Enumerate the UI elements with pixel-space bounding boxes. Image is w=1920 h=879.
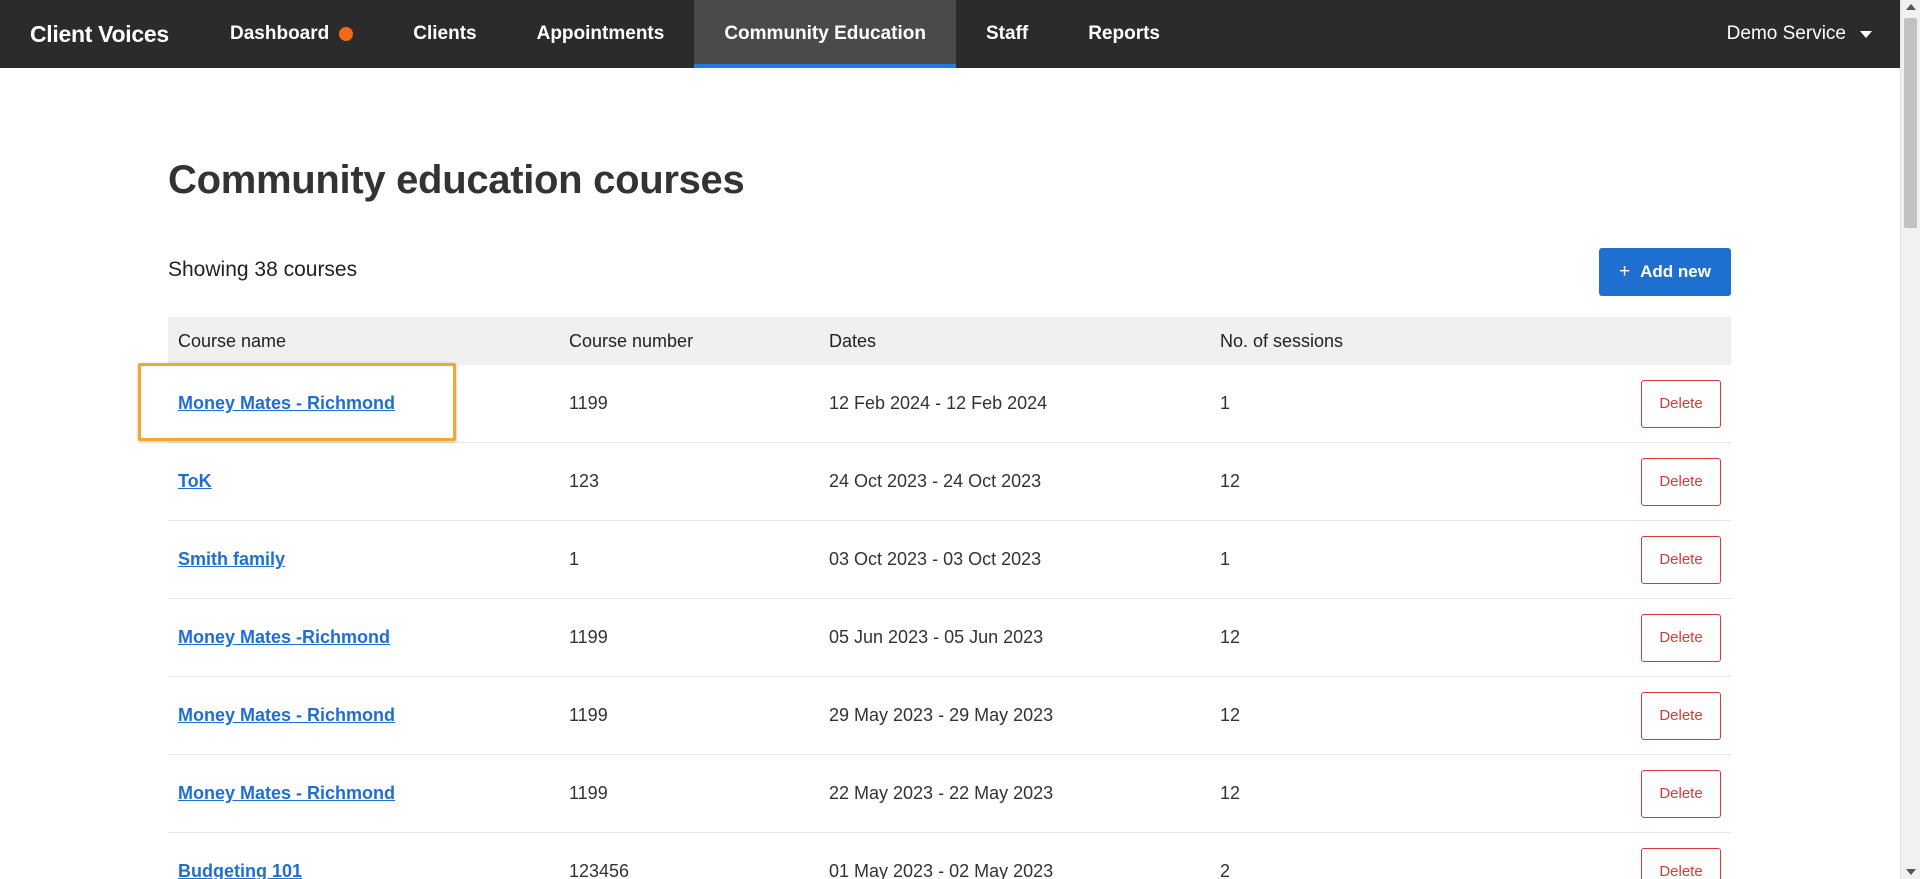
delete-button[interactable]: Delete bbox=[1641, 769, 1721, 818]
course-dates: 22 May 2023 - 22 May 2023 bbox=[829, 783, 1054, 803]
course-name-link[interactable]: Money Mates - Richmond bbox=[178, 393, 395, 413]
course-name-link[interactable]: Money Mates -Richmond bbox=[178, 627, 390, 647]
vertical-scrollbar[interactable] bbox=[1900, 0, 1920, 879]
course-name-link[interactable]: Budgeting 101 bbox=[178, 861, 302, 879]
delete-button[interactable]: Delete bbox=[1641, 613, 1721, 662]
nav-menu: Dashboard Clients Appointments Community… bbox=[200, 0, 1190, 68]
nav-clients[interactable]: Clients bbox=[383, 0, 506, 68]
course-sessions: 1 bbox=[1220, 549, 1231, 569]
delete-button[interactable]: Delete bbox=[1641, 457, 1721, 506]
table-row: Money Mates - Richmond 1199 29 May 2023 … bbox=[168, 677, 1731, 755]
table-row: Budgeting 101 123456 01 May 2023 - 02 Ma… bbox=[168, 833, 1731, 879]
header-sessions[interactable]: No. of sessions bbox=[1210, 331, 1610, 352]
table-row: ToK 123 24 Oct 2023 - 24 Oct 2023 12 Del… bbox=[168, 443, 1731, 521]
nav-community-education-label: Community Education bbox=[724, 23, 926, 44]
course-name-link[interactable]: Smith family bbox=[178, 549, 285, 569]
course-sessions: 12 bbox=[1220, 783, 1241, 803]
course-dates: 29 May 2023 - 29 May 2023 bbox=[829, 705, 1054, 725]
app-logo[interactable]: Client Voices bbox=[0, 0, 200, 68]
nav-appointments-label: Appointments bbox=[536, 23, 665, 44]
scrollbar-thumb[interactable] bbox=[1904, 18, 1917, 228]
course-dates: 24 Oct 2023 - 24 Oct 2023 bbox=[829, 471, 1042, 491]
table-row: Smith family 1 03 Oct 2023 - 03 Oct 2023… bbox=[168, 521, 1731, 599]
scroll-up-arrow-icon[interactable] bbox=[1906, 4, 1916, 10]
table-header: Course name Course number Dates No. of s… bbox=[168, 317, 1731, 365]
course-sessions: 1 bbox=[1220, 393, 1231, 413]
nav-reports[interactable]: Reports bbox=[1058, 0, 1190, 68]
course-number: 1 bbox=[569, 549, 580, 569]
course-number: 1199 bbox=[569, 627, 608, 647]
delete-button[interactable]: Delete bbox=[1641, 535, 1721, 584]
course-dates: 12 Feb 2024 - 12 Feb 2024 bbox=[829, 393, 1048, 413]
results-count: Showing 38 courses bbox=[168, 258, 358, 281]
nav-clients-label: Clients bbox=[413, 23, 477, 44]
nav-dashboard[interactable]: Dashboard bbox=[200, 0, 383, 68]
account-menu[interactable]: Demo Service bbox=[1727, 0, 1900, 68]
notification-dot-icon bbox=[339, 27, 354, 41]
course-number: 123 bbox=[569, 471, 600, 491]
course-dates: 03 Oct 2023 - 03 Oct 2023 bbox=[829, 549, 1042, 569]
nav-appointments[interactable]: Appointments bbox=[507, 0, 695, 68]
course-sessions: 2 bbox=[1220, 861, 1231, 879]
course-dates: 01 May 2023 - 02 May 2023 bbox=[829, 861, 1054, 879]
header-dates[interactable]: Dates bbox=[819, 331, 1210, 352]
course-number: 1199 bbox=[569, 783, 608, 803]
course-sessions: 12 bbox=[1220, 471, 1241, 491]
course-number: 1199 bbox=[569, 705, 608, 725]
delete-button[interactable]: Delete bbox=[1641, 379, 1721, 428]
page-title: Community education courses bbox=[168, 158, 745, 202]
nav-staff-label: Staff bbox=[985, 23, 1029, 44]
delete-button[interactable]: Delete bbox=[1641, 691, 1721, 740]
course-name-link[interactable]: Money Mates - Richmond bbox=[178, 705, 395, 725]
course-sessions: 12 bbox=[1220, 705, 1241, 725]
chevron-down-icon bbox=[1860, 30, 1872, 38]
course-sessions: 12 bbox=[1220, 627, 1241, 647]
course-name-link[interactable]: ToK bbox=[178, 471, 212, 491]
course-number: 1199 bbox=[569, 393, 608, 413]
table-row: Money Mates - Richmond 1199 12 Feb 2024 … bbox=[168, 365, 1731, 443]
nav-dashboard-label: Dashboard bbox=[230, 23, 330, 44]
plus-icon: + bbox=[1619, 261, 1631, 282]
course-name-link[interactable]: Money Mates - Richmond bbox=[178, 783, 395, 803]
header-course-number[interactable]: Course number bbox=[559, 331, 819, 352]
header-course-name[interactable]: Course name bbox=[168, 331, 559, 352]
scroll-down-arrow-icon[interactable] bbox=[1906, 869, 1916, 875]
nav-staff[interactable]: Staff bbox=[956, 0, 1058, 68]
table-row: Money Mates - Richmond 1199 22 May 2023 … bbox=[168, 755, 1731, 833]
table-row: Money Mates -Richmond 1199 05 Jun 2023 -… bbox=[168, 599, 1731, 677]
nav-reports-label: Reports bbox=[1088, 23, 1160, 44]
account-name: Demo Service bbox=[1726, 23, 1846, 44]
add-new-button[interactable]: + Add new bbox=[1599, 248, 1731, 296]
nav-community-education[interactable]: Community Education bbox=[694, 0, 956, 68]
delete-button[interactable]: Delete bbox=[1641, 847, 1721, 879]
add-new-label: Add new bbox=[1640, 262, 1711, 281]
top-navigation: Client Voices Dashboard Clients Appointm… bbox=[0, 0, 1900, 68]
courses-table: Course name Course number Dates No. of s… bbox=[168, 317, 1731, 879]
course-dates: 05 Jun 2023 - 05 Jun 2023 bbox=[829, 627, 1044, 647]
course-number: 123456 bbox=[569, 861, 630, 879]
